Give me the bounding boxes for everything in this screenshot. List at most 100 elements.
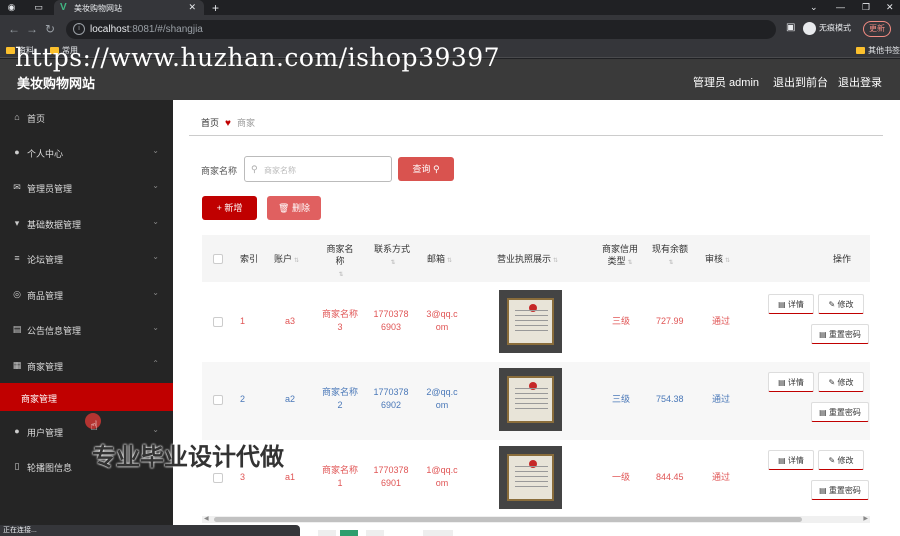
pagination-prev[interactable]	[318, 530, 336, 536]
reset-password-button[interactable]: ▤ 重置密码	[811, 324, 869, 344]
th-license[interactable]: 营业执照展示 ⇅	[497, 253, 558, 267]
cell-audit: 通过	[712, 472, 731, 482]
update-button[interactable]: 更新	[863, 21, 891, 37]
chevron-up-icon: ⌃	[152, 359, 159, 368]
sidebar-subitem-merchant-manage[interactable]: 商家管理	[0, 383, 173, 411]
search-input[interactable]: ⚲ 商家名称	[244, 156, 392, 182]
sort-icon: ⇅	[294, 258, 300, 264]
table-row: 2 a2 商家名称 2 1770378 6902 2@qq.c om 三级 754.38 通过 ▤ 详…	[202, 362, 870, 440]
detail-button[interactable]: ▤ 详情	[768, 294, 814, 314]
sidebar-item-basedata[interactable]: ▾ 基础数据管理 ⌄	[0, 206, 173, 241]
profile-button[interactable]: 无痕模式	[803, 22, 851, 35]
sidebar-item-goods[interactable]: ◎ 商品管理 ⌄	[0, 277, 173, 312]
folder-icon	[856, 47, 865, 55]
sidebar-item-notice[interactable]: ▤ 公告信息管理 ⌄	[0, 312, 173, 347]
reload-icon[interactable]: ↻	[45, 22, 55, 36]
detail-button[interactable]: ▤ 详情	[768, 372, 814, 392]
sidebar-item-profile[interactable]: ● 个人中心 ⌄	[0, 135, 173, 170]
doc-icon: ▤	[12, 324, 22, 334]
chevron-down-icon: ⌄	[152, 288, 159, 297]
cell-balance: 844.45	[656, 472, 684, 482]
merchant-table: 索引 账户 ⇅ 商家名称 ⇅ 联系方式 ⇅ 邮箱 ⇅ 营业执照展示 ⇅ 商家信用 类型 ⇅ 现…	[202, 235, 870, 518]
browser-tab[interactable]: V 美妆购物网站 ✕	[54, 0, 204, 15]
license-thumbnail[interactable]	[499, 446, 562, 509]
chevron-down-icon: ⌄	[152, 217, 159, 226]
sidebar-item-home[interactable]: ⌂ 首页	[0, 100, 173, 135]
browser-menu-icon[interactable]: ◉	[6, 2, 17, 13]
search-icon: ⚲	[251, 164, 258, 174]
cell-balance: 754.38	[656, 394, 684, 404]
add-button[interactable]: + 新增	[202, 196, 257, 220]
url-input[interactable]: i localhost:8081/#/shangjia	[66, 20, 776, 39]
logout-link[interactable]: 退出登录	[838, 74, 882, 90]
back-icon[interactable]: ←	[8, 22, 20, 36]
close-icon[interactable]: ✕	[188, 2, 196, 13]
cell-audit: 通过	[712, 394, 731, 404]
globe-icon: ◎	[13, 289, 21, 299]
query-button[interactable]: 查询 ⚲	[398, 157, 454, 181]
pagination-size[interactable]	[423, 530, 453, 536]
edit-button[interactable]: ✎ 修改	[818, 450, 864, 470]
cell-phone: 1770378 6901	[373, 465, 409, 488]
th-phone[interactable]: 联系方式 ⇅	[374, 243, 410, 269]
detail-button[interactable]: ▤ 详情	[768, 450, 814, 470]
select-all-checkbox[interactable]	[213, 254, 223, 264]
sidepanel-icon[interactable]: ▣	[786, 22, 795, 33]
row-checkbox[interactable]	[213, 317, 223, 327]
forward-icon[interactable]: →	[26, 22, 38, 36]
mobile-icon: ▯	[14, 461, 20, 471]
table-row: 3 a1 商家名称 1 1770378 6901 1@qq.c om 一级 844.45 通过 ▤ 详…	[202, 440, 870, 518]
bookmark-folder-other[interactable]: 其他书签	[856, 45, 900, 56]
cell-balance: 727.99	[656, 316, 684, 326]
scroll-left-icon[interactable]: ◀	[204, 515, 209, 522]
reset-icon: ▤	[819, 408, 827, 417]
th-credit[interactable]: 商家信用 类型 ⇅	[602, 243, 638, 269]
detail-icon: ▤	[778, 300, 786, 309]
cell-phone: 1770378 6902	[373, 387, 409, 410]
row-checkbox[interactable]	[213, 395, 223, 405]
scrollbar-thumb[interactable]	[214, 517, 802, 522]
reset-password-button[interactable]: ▤ 重置密码	[811, 480, 869, 500]
breadcrumb-home[interactable]: 首页	[201, 118, 219, 128]
tab-list-icon[interactable]: ▭	[33, 2, 44, 13]
cell-name: 商家名称 2	[322, 387, 359, 410]
front-link[interactable]: 退出到前台	[773, 74, 828, 90]
maximize-icon[interactable]: ❐	[862, 2, 870, 13]
reset-icon: ▤	[819, 330, 827, 339]
breadcrumb-current: 商家	[236, 118, 255, 128]
sidebar-item-label: 首页	[27, 114, 46, 124]
horizontal-scrollbar[interactable]: ◀ ▶	[202, 516, 870, 523]
info-icon[interactable]: i	[73, 23, 85, 35]
app-title: 美妆购物网站	[17, 76, 96, 91]
license-thumbnail[interactable]	[499, 368, 562, 431]
table-header: 索引 账户 ⇅ 商家名称 ⇅ 联系方式 ⇅ 邮箱 ⇅ 营业执照展示 ⇅ 商家信用 类型 ⇅ 现…	[202, 235, 870, 282]
url-text: localhost:8081/#/shangjia	[90, 24, 203, 35]
close-window-icon[interactable]: ✕	[886, 2, 894, 13]
minimize-icon[interactable]: —	[836, 2, 845, 12]
th-email[interactable]: 邮箱 ⇅	[427, 253, 452, 267]
table-row: 1 a3 商家名称 3 1770378 6903 3@qq.c om 三级 727.99 通过 ▤ 详…	[202, 284, 870, 362]
th-name[interactable]: 商家名称 ⇅	[324, 243, 356, 281]
chevron-down-icon[interactable]: ⌄	[810, 2, 818, 13]
license-thumbnail[interactable]	[499, 290, 562, 353]
delete-button[interactable]: 🗑 删除	[267, 196, 321, 220]
browser-tabbar: ◉ ▭ V 美妆购物网站 ✕ + ⌄ — ❐ ✕	[0, 0, 900, 15]
th-account[interactable]: 账户 ⇅	[274, 253, 299, 267]
new-tab-icon[interactable]: +	[212, 1, 219, 15]
edit-button[interactable]: ✎ 修改	[818, 372, 864, 392]
edit-button[interactable]: ✎ 修改	[818, 294, 864, 314]
home-icon: ⌂	[14, 112, 20, 122]
pagination-next[interactable]	[366, 530, 384, 536]
th-audit[interactable]: 审核 ⇅	[705, 253, 730, 267]
cell-email: 2@qq.c om	[426, 387, 458, 410]
reset-password-button[interactable]: ▤ 重置密码	[811, 402, 869, 422]
sidebar-item-merchant[interactable]: ▦ 商家管理 ⌃	[0, 348, 173, 383]
sidebar-item-forum[interactable]: ≡ 论坛管理 ⌄	[0, 241, 173, 276]
th-balance[interactable]: 现有余额 ⇅	[652, 243, 688, 269]
watermark-text: 专业毕业设计代做	[92, 444, 284, 471]
row-checkbox[interactable]	[213, 473, 223, 483]
heart-icon: ♥	[225, 118, 231, 129]
scroll-right-icon[interactable]: ▶	[863, 515, 868, 522]
pagination-current[interactable]	[340, 530, 358, 536]
sidebar-item-admins[interactable]: ✉ 管理员管理 ⌄	[0, 170, 173, 205]
